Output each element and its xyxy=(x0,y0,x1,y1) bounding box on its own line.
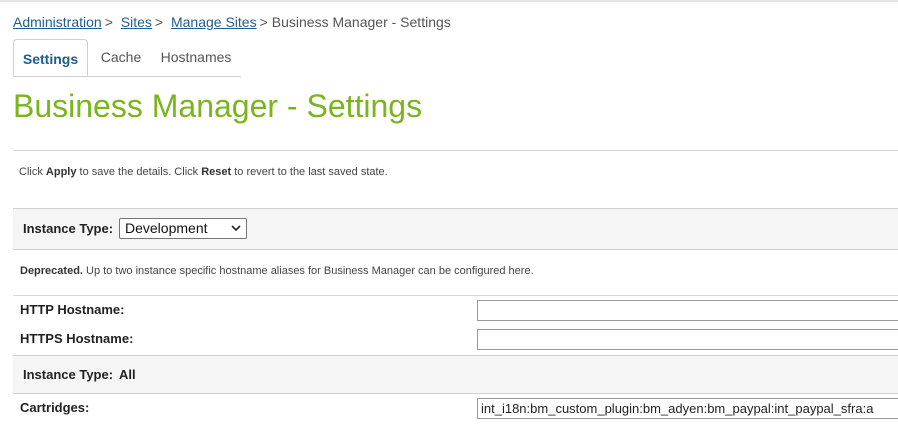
breadcrumb-current: Business Manager - Settings xyxy=(271,14,451,30)
tab-bar: Settings Cache Hostnames xyxy=(13,39,241,77)
breadcrumb-separator: > xyxy=(104,14,113,30)
instance-type-all-section xyxy=(13,355,898,394)
deprecated-text: Up to two instance specific hostname ali… xyxy=(86,265,534,277)
tab-cache[interactable]: Cache xyxy=(97,39,145,75)
help-reset: Reset xyxy=(201,166,232,178)
instance-type-select[interactable]: Development xyxy=(119,218,247,239)
help-suffix: to revert to the last saved state. xyxy=(234,166,388,178)
help-prefix: Click xyxy=(19,166,43,178)
instance-type-all-label: Instance Type: xyxy=(23,367,114,382)
cartridges-input[interactable]: int_i18n:bm_custom_plugin:bm_adyen:bm_pa… xyxy=(477,398,898,419)
deprecated-note: Deprecated. Up to two instance specific … xyxy=(20,265,534,277)
http-hostname-label: HTTP Hostname: xyxy=(20,302,125,317)
deprecated-label: Deprecated. xyxy=(20,265,83,277)
title-divider xyxy=(13,150,898,151)
instance-type-value: Development xyxy=(125,220,208,236)
instance-type-label: Instance Type: xyxy=(23,221,114,236)
http-hostname-input[interactable] xyxy=(477,300,898,321)
breadcrumb-manage-sites[interactable]: Manage Sites xyxy=(171,14,257,30)
tab-settings[interactable]: Settings xyxy=(13,39,88,76)
breadcrumb-separator: > xyxy=(259,14,268,30)
help-text: Click Apply to save the details. Click R… xyxy=(19,166,388,178)
breadcrumb-separator: > xyxy=(154,14,164,30)
chevron-down-icon xyxy=(231,219,241,245)
breadcrumb: Administration > Sites > Manage Sites > Busi… xyxy=(13,14,451,30)
instance-type-all-value: All xyxy=(119,367,136,382)
https-hostname-label: HTTPS Hostname: xyxy=(20,331,134,346)
page-title: Business Manager - Settings xyxy=(13,88,423,124)
https-hostname-input[interactable] xyxy=(477,329,898,350)
row-divider xyxy=(13,295,898,296)
top-border xyxy=(0,0,898,2)
breadcrumb-administration[interactable]: Administration xyxy=(13,14,102,30)
help-middle: to save the details. Click xyxy=(79,166,199,178)
tab-hostnames[interactable]: Hostnames xyxy=(158,39,234,75)
breadcrumb-sites[interactable]: Sites xyxy=(121,14,152,30)
cartridges-label: Cartridges: xyxy=(20,400,90,415)
help-apply: Apply xyxy=(45,166,77,178)
